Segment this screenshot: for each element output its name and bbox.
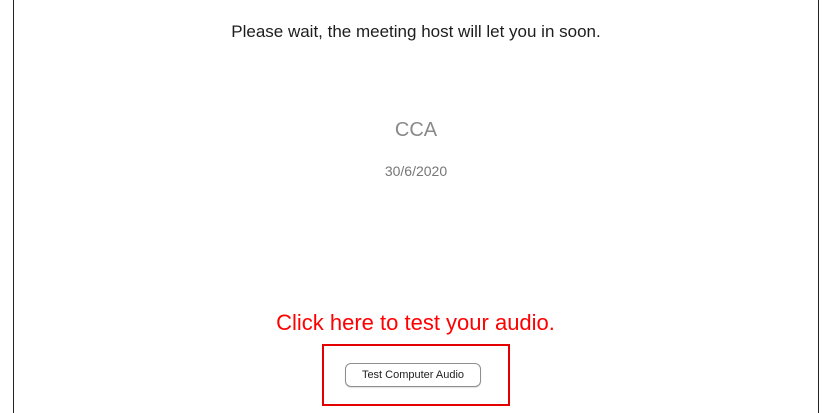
- tutorial-screenshot: Please wait, the meeting host will let y…: [0, 0, 831, 413]
- meeting-date: 30/6/2020: [384, 163, 448, 179]
- annotation-instruction: Click here to test your audio.: [276, 310, 555, 335]
- meeting-title: CCA: [394, 119, 438, 141]
- waiting-message: Please wait, the meeting host will let y…: [231, 22, 601, 41]
- test-computer-audio-button[interactable]: Test Computer Audio: [345, 363, 481, 387]
